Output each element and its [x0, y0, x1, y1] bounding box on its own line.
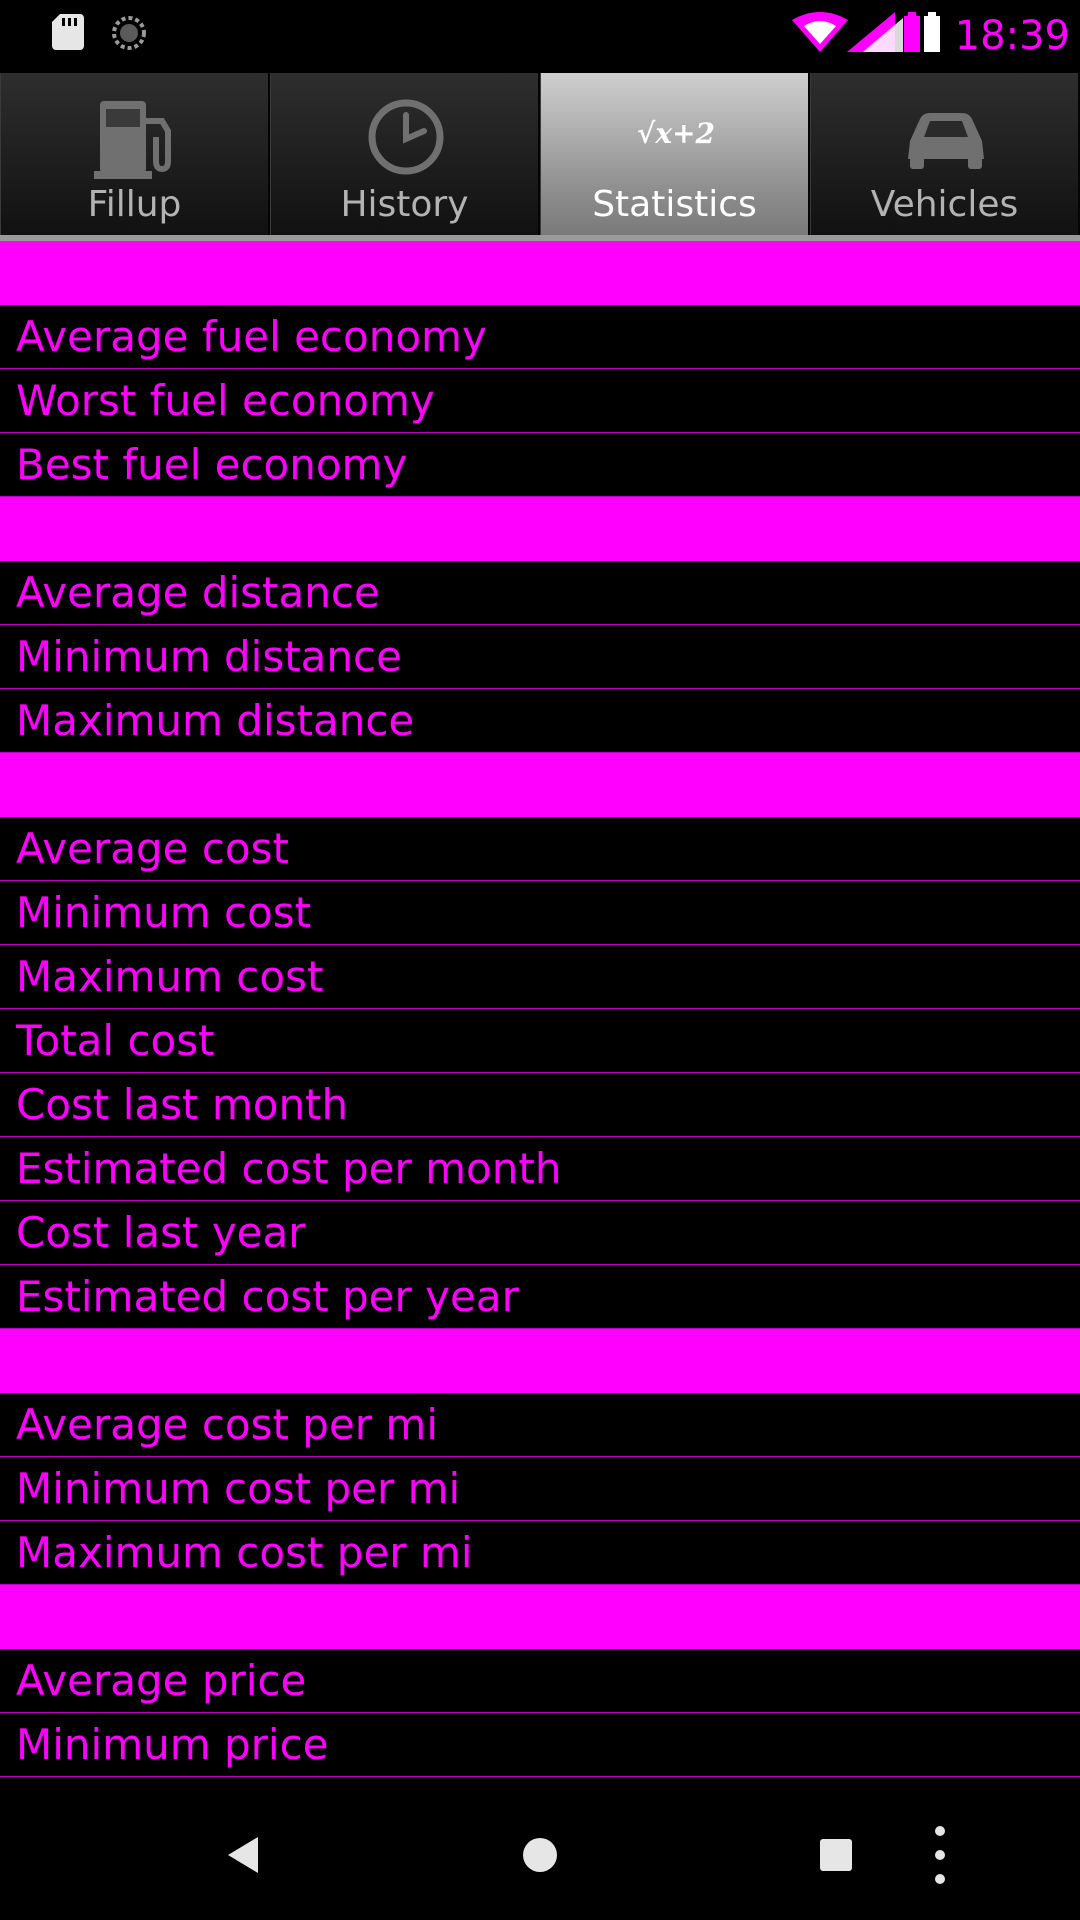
sd-card-icon: [52, 14, 84, 50]
section-header-distance: [0, 497, 1080, 561]
status-bar: 18:39: [0, 0, 1080, 73]
sqrt-formula-icon: √x+2: [637, 117, 715, 150]
overflow-menu-icon[interactable]: [920, 1815, 960, 1895]
list-item-label: Minimum distance: [16, 632, 402, 681]
status-clock: 18:39: [954, 13, 1070, 59]
list-item[interactable]: Average price: [0, 1649, 1080, 1713]
list-item[interactable]: Total cost: [0, 1009, 1080, 1073]
section-header-cost-per-distance: [0, 1329, 1080, 1393]
sqrt-formula-text: √x+2: [637, 117, 715, 150]
list-item-label: Best fuel economy: [16, 440, 408, 489]
tab-fillup[interactable]: Fillup: [0, 73, 270, 235]
list-item[interactable]: Minimum cost: [0, 881, 1080, 945]
tab-label-statistics: Statistics: [592, 184, 757, 225]
list-item-label: Average cost: [16, 824, 289, 873]
tab-label-history: History: [340, 184, 469, 225]
list-item-label: Minimum price: [16, 1720, 329, 1769]
section-header-fuel-economy: [0, 241, 1080, 305]
car-icon: [908, 113, 984, 169]
list-item[interactable]: Average cost per mi: [0, 1393, 1080, 1457]
tab-label-vehicles: Vehicles: [870, 184, 1019, 225]
section-header-price: [0, 1585, 1080, 1649]
list-item-label: Minimum cost: [16, 888, 312, 937]
list-item-label: Maximum cost: [16, 952, 324, 1001]
list-item-label: Cost last month: [16, 1080, 349, 1129]
navigation-bar: [0, 1785, 1080, 1920]
sync-icon: [112, 16, 146, 50]
list-item[interactable]: Minimum distance: [0, 625, 1080, 689]
list-item-label: Maximum distance: [16, 696, 415, 745]
statistics-list: Average fuel economy Worst fuel economy …: [0, 241, 1080, 1777]
recents-icon[interactable]: [797, 1815, 877, 1895]
list-item[interactable]: Cost last month: [0, 1073, 1080, 1137]
tab-history[interactable]: History: [270, 73, 540, 235]
list-item-label: Cost last year: [16, 1208, 306, 1257]
list-item-label: Estimated cost per month: [16, 1144, 562, 1193]
list-item[interactable]: Maximum distance: [0, 689, 1080, 753]
app-root: 18:39 Fillup History √x+2 Statistics Veh…: [0, 0, 1080, 1920]
list-item[interactable]: Estimated cost per month: [0, 1137, 1080, 1201]
list-item[interactable]: Estimated cost per year: [0, 1265, 1080, 1329]
list-item-label: Average price: [16, 1656, 307, 1705]
home-icon[interactable]: [500, 1815, 580, 1895]
list-item-label: Total cost: [16, 1016, 215, 1065]
clock-icon: [368, 99, 444, 175]
fuel-pump-icon: [94, 101, 171, 179]
section-header-cost: [0, 753, 1080, 817]
tab-vehicles[interactable]: Vehicles: [810, 73, 1080, 235]
list-item[interactable]: Best fuel economy: [0, 433, 1080, 497]
list-item[interactable]: Average fuel economy: [0, 305, 1080, 369]
list-item[interactable]: Maximum cost per mi: [0, 1521, 1080, 1585]
list-item[interactable]: Worst fuel economy: [0, 369, 1080, 433]
list-item[interactable]: Maximum cost: [0, 945, 1080, 1009]
battery-icon: [904, 12, 940, 52]
list-item-label: Average distance: [16, 568, 380, 617]
tab-bar: Fillup History √x+2 Statistics Vehicles: [0, 73, 1080, 235]
list-item[interactable]: Minimum price: [0, 1713, 1080, 1777]
list-item[interactable]: Average cost: [0, 817, 1080, 881]
back-icon[interactable]: [202, 1815, 282, 1895]
tab-label-fillup: Fillup: [87, 184, 182, 225]
list-item-label: Minimum cost per mi: [16, 1464, 461, 1513]
list-item-label: Worst fuel economy: [16, 376, 435, 425]
list-item[interactable]: Average distance: [0, 561, 1080, 625]
tab-statistics[interactable]: √x+2 Statistics: [540, 73, 810, 235]
list-item-label: Maximum cost per mi: [16, 1528, 473, 1577]
list-item[interactable]: Cost last year: [0, 1201, 1080, 1265]
signal-icon: [847, 12, 903, 52]
list-item-label: Average fuel economy: [16, 312, 487, 361]
wifi-icon: [792, 12, 848, 52]
list-item[interactable]: Minimum cost per mi: [0, 1457, 1080, 1521]
list-item-label: Average cost per mi: [16, 1400, 439, 1449]
list-item-label: Estimated cost per year: [16, 1272, 519, 1321]
